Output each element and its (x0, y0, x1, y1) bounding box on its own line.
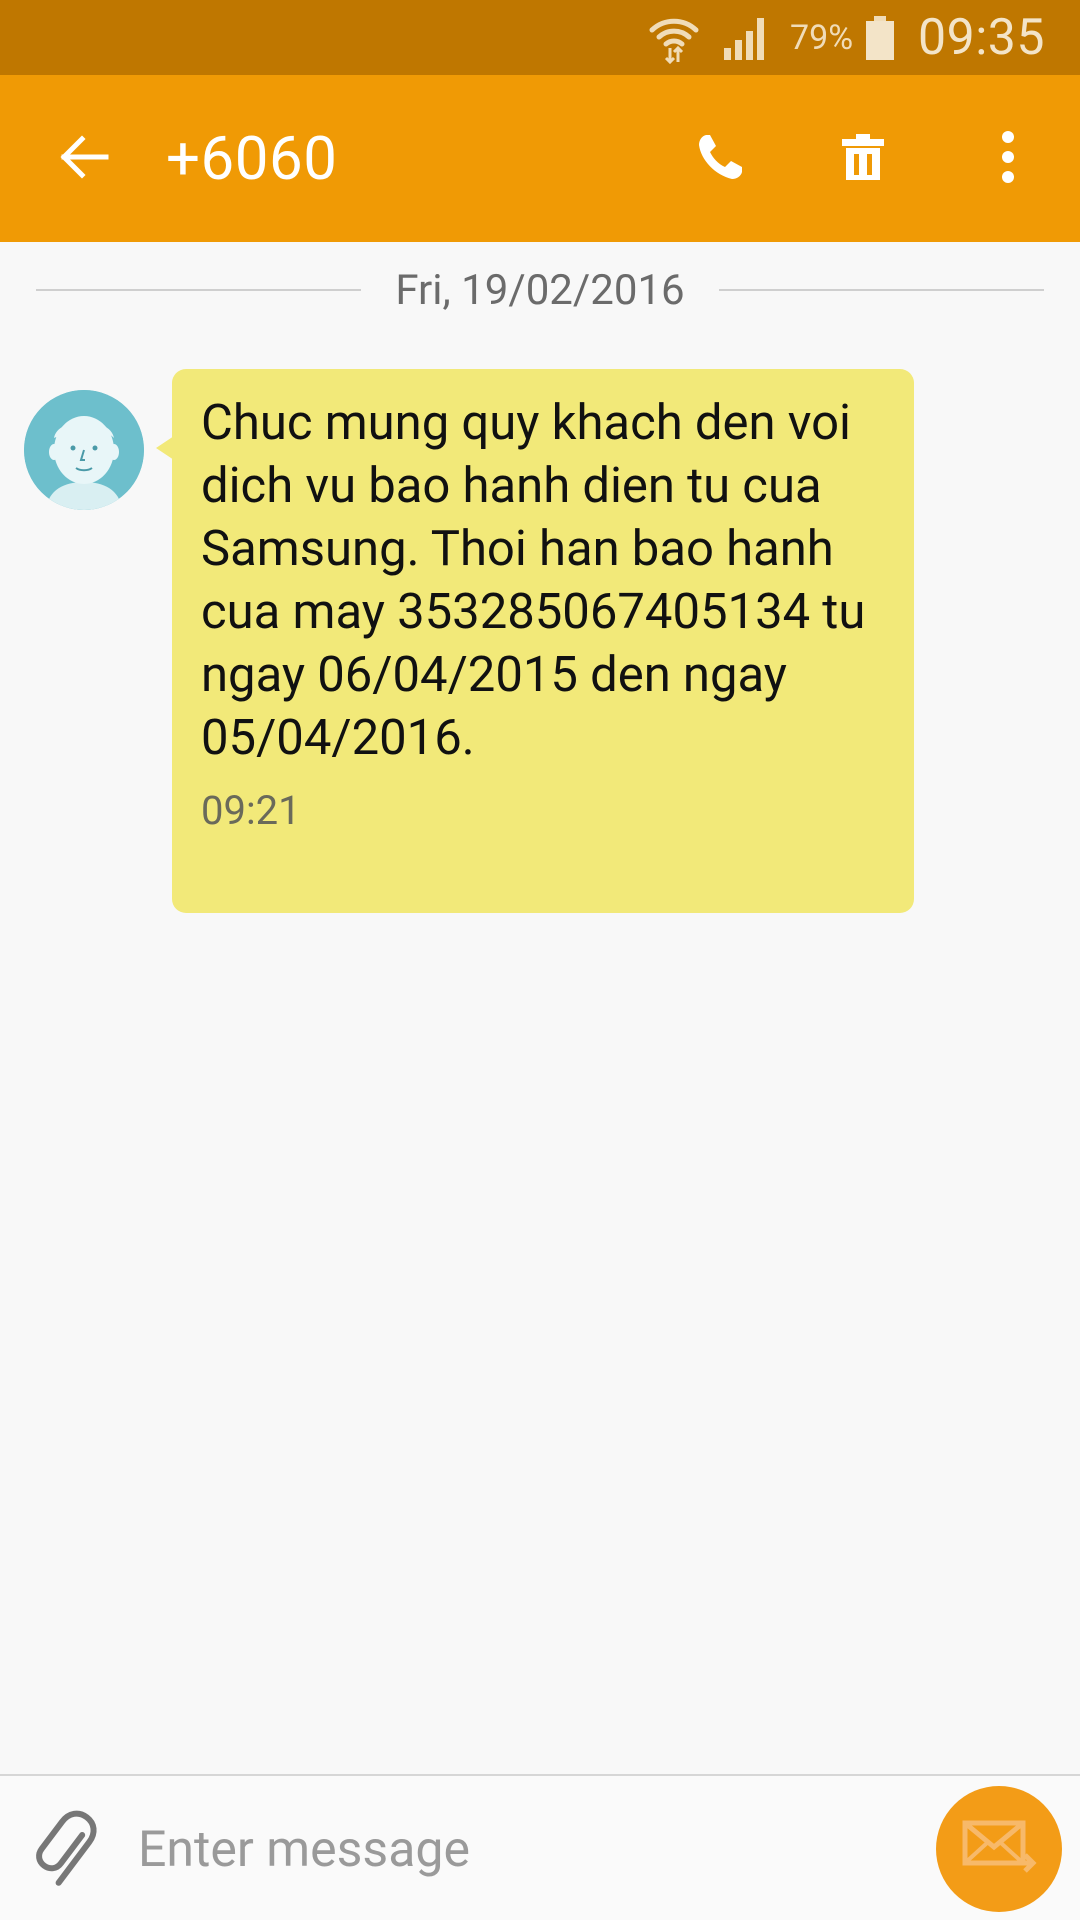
send-envelope-icon (959, 1817, 1039, 1881)
status-bar: 79% 09:35 (0, 0, 1080, 75)
date-divider: Fri, 19/02/2016 (36, 262, 1044, 318)
back-arrow-icon (58, 133, 110, 185)
contact-avatar-icon[interactable] (24, 390, 144, 510)
status-clock: 09:35 (918, 8, 1046, 67)
attach-button[interactable] (24, 1796, 114, 1906)
phone-icon (696, 132, 744, 186)
message-input[interactable] (138, 1800, 898, 1900)
delete-button[interactable] (813, 75, 913, 242)
more-vert-icon (1000, 130, 1016, 188)
paperclip-icon (34, 1809, 104, 1893)
message-composer (0, 1774, 1080, 1920)
battery-icon (864, 0, 900, 75)
app-bar: +6060 (0, 75, 1080, 242)
back-button[interactable] (34, 75, 134, 242)
divider-line (718, 289, 1044, 291)
message-bubble[interactable]: Chuc mung quy khach den voi dich vu bao … (172, 369, 914, 913)
send-button[interactable] (936, 1786, 1062, 1912)
battery-percent: 79% (790, 17, 854, 58)
conversation-title: +6060 (166, 123, 338, 194)
message-text: Chuc mung quy khach den voi dich vu bao … (201, 394, 866, 766)
date-label: Fri, 19/02/2016 (395, 265, 685, 315)
signal-icon (722, 0, 778, 75)
wifi-icon (648, 0, 704, 75)
call-button[interactable] (670, 75, 770, 242)
message-time: 09:21 (201, 787, 301, 834)
trash-icon (840, 132, 886, 186)
divider-line (36, 289, 362, 291)
more-options-button[interactable] (958, 75, 1058, 242)
